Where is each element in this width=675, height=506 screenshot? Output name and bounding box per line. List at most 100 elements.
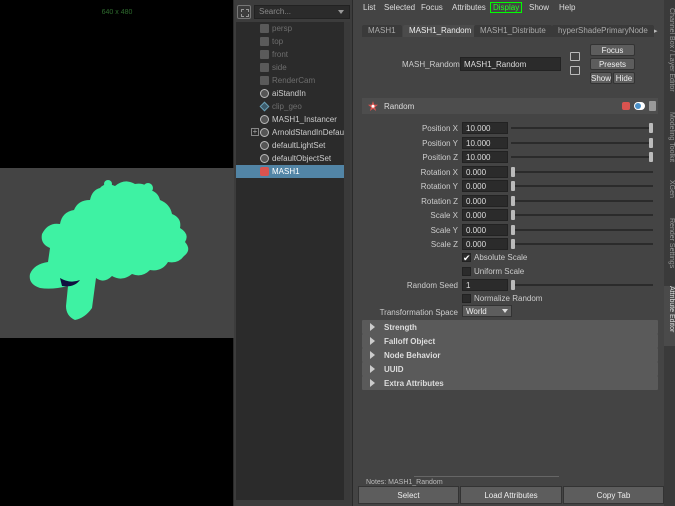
- scale-x-field[interactable]: 0.000: [462, 209, 508, 221]
- section-extra-attributes-label: Extra Attributes: [384, 379, 444, 388]
- focus-input-icon[interactable]: [570, 52, 580, 61]
- toggle-enable-icon[interactable]: [634, 102, 645, 110]
- position-y-field[interactable]: 10.000: [462, 137, 508, 149]
- notes-divider[interactable]: [414, 476, 559, 477]
- normalize-random-checkbox[interactable]: [462, 294, 471, 303]
- side-tab-attribute-editor[interactable]: Attribute Editor: [664, 286, 675, 346]
- render-region[interactable]: [0, 168, 234, 338]
- focus-output-icon[interactable]: [570, 66, 580, 75]
- outliner-item-clip-geo[interactable]: clip_geo: [236, 100, 344, 113]
- outliner-item-mash1-instancer[interactable]: MASH1_Instancer: [236, 113, 344, 126]
- position-y-label: Position Y: [422, 139, 458, 148]
- outliner-filter-icon[interactable]: [237, 5, 251, 19]
- outliner-item-top[interactable]: top: [236, 35, 344, 48]
- outliner-tree[interactable]: persp top front side RenderCam aiStandIn…: [236, 22, 344, 500]
- show-button[interactable]: Show: [590, 72, 612, 84]
- focus-button[interactable]: Focus: [590, 44, 635, 56]
- section-falloff-object[interactable]: Falloff Object: [362, 334, 658, 348]
- outliner-item-mash1[interactable]: MASH1: [236, 165, 344, 178]
- side-tab-label: Channel Box / Layer Editor: [668, 8, 675, 92]
- node-tabs: MASH1 MASH1_Random MASH1_Distribute hype…: [360, 25, 660, 37]
- random-seed-field[interactable]: 1: [462, 279, 508, 291]
- slider-handle[interactable]: [511, 196, 515, 206]
- rotation-x-slider[interactable]: [511, 167, 653, 177]
- position-z-slider[interactable]: [511, 152, 653, 162]
- tab-mash1[interactable]: MASH1: [362, 25, 402, 37]
- rotation-z-field[interactable]: 0.000: [462, 195, 508, 207]
- section-strength[interactable]: Strength: [362, 320, 658, 334]
- slider-handle[interactable]: [649, 138, 653, 148]
- scale-y-slider[interactable]: [511, 225, 653, 235]
- position-z-field[interactable]: 10.000: [462, 151, 508, 163]
- tabs-scroll-right-icon[interactable]: ▸: [654, 27, 660, 35]
- position-x-field[interactable]: 10.000: [462, 122, 508, 134]
- section-node-behavior[interactable]: Node Behavior: [362, 348, 658, 362]
- select-button[interactable]: Select: [358, 486, 459, 504]
- random-seed-slider[interactable]: [511, 280, 653, 290]
- mash-icon[interactable]: [622, 102, 630, 110]
- slider-handle[interactable]: [511, 225, 515, 235]
- outliner-scrollbar[interactable]: [344, 22, 350, 500]
- outliner-item-aistandin[interactable]: aiStandIn: [236, 87, 344, 100]
- rotation-z-label: Rotation Z: [421, 197, 458, 206]
- menu-display[interactable]: Display: [490, 2, 523, 13]
- scale-z-slider[interactable]: [511, 239, 653, 249]
- presets-button[interactable]: Presets: [590, 58, 635, 70]
- slider-handle[interactable]: [511, 181, 515, 191]
- camera-icon: [260, 50, 269, 59]
- absolute-scale-checkbox[interactable]: ✔: [462, 253, 471, 263]
- slider-handle[interactable]: [511, 167, 515, 177]
- transformation-space-select[interactable]: World: [462, 305, 512, 317]
- random-section-header[interactable]: Random: [362, 98, 658, 114]
- slider-handle[interactable]: [511, 210, 515, 220]
- side-tab-render-settings[interactable]: Render Settings: [664, 218, 675, 274]
- rotation-y-slider[interactable]: [511, 181, 653, 191]
- menu-help[interactable]: Help: [559, 3, 575, 12]
- slider-handle[interactable]: [511, 280, 515, 290]
- section-uuid[interactable]: UUID: [362, 362, 658, 376]
- scale-x-slider[interactable]: [511, 210, 653, 220]
- menu-list[interactable]: List: [363, 3, 375, 12]
- menu-attributes[interactable]: Attributes: [452, 3, 486, 12]
- outliner-item-rendercam[interactable]: RenderCam: [236, 74, 344, 87]
- scale-y-field[interactable]: 0.000: [462, 224, 508, 236]
- menu-show[interactable]: Show: [529, 3, 549, 12]
- tab-mash1-random[interactable]: MASH1_Random: [403, 25, 478, 37]
- chevron-down-icon[interactable]: [338, 10, 344, 14]
- slider-handle[interactable]: [511, 239, 515, 249]
- scale-z-field[interactable]: 0.000: [462, 238, 508, 250]
- tab-mash1-distribute[interactable]: MASH1_Distribute: [474, 25, 552, 37]
- rotation-x-field[interactable]: 0.000: [462, 166, 508, 178]
- outliner-item-defaultlightset[interactable]: defaultLightSet: [236, 139, 344, 152]
- section-extra-attributes[interactable]: Extra Attributes: [362, 376, 658, 390]
- viewport-panel[interactable]: 640 x 480: [0, 0, 234, 506]
- copy-tab-button[interactable]: Copy Tab: [563, 486, 664, 504]
- slider-handle[interactable]: [649, 123, 653, 133]
- outliner-item-persp[interactable]: persp: [236, 22, 344, 35]
- hide-button[interactable]: Hide: [613, 72, 635, 84]
- position-y-slider[interactable]: [511, 138, 653, 148]
- slider-handle[interactable]: [649, 152, 653, 162]
- menu-selected[interactable]: Selected: [384, 3, 415, 12]
- load-attributes-button[interactable]: Load Attributes: [460, 486, 562, 504]
- outliner-item-arnoldstandindefault[interactable]: + ArnoldStandInDefaul: [236, 126, 344, 139]
- outliner-item-defaultobjectset[interactable]: defaultObjectSet: [236, 152, 344, 165]
- trash-icon[interactable]: [649, 101, 656, 111]
- scale-z-label: Scale Z: [430, 240, 458, 249]
- side-tab-modeling-toolkit[interactable]: Modeling Toolkit: [664, 112, 675, 172]
- rotation-z-slider[interactable]: [511, 196, 653, 206]
- rotation-y-field[interactable]: 0.000: [462, 180, 508, 192]
- side-tab-xgen[interactable]: XGen: [664, 180, 675, 204]
- expand-plus-icon[interactable]: +: [251, 128, 259, 136]
- position-x-slider[interactable]: [511, 123, 653, 133]
- uniform-scale-checkbox[interactable]: [462, 267, 471, 276]
- outliner-search-input[interactable]: Search...: [254, 5, 350, 19]
- outliner-item-front[interactable]: front: [236, 48, 344, 61]
- scene-mesh[interactable]: [0, 168, 234, 338]
- menu-focus[interactable]: Focus: [421, 3, 443, 12]
- outliner-item-side[interactable]: side: [236, 61, 344, 74]
- node-name-field[interactable]: MASH1_Random: [460, 57, 561, 71]
- side-tab-channel-box[interactable]: Channel Box / Layer Editor: [664, 8, 675, 108]
- random-node-icon: [368, 101, 378, 111]
- tab-hypershade-primary-node[interactable]: hyperShadePrimaryNode: [552, 25, 654, 37]
